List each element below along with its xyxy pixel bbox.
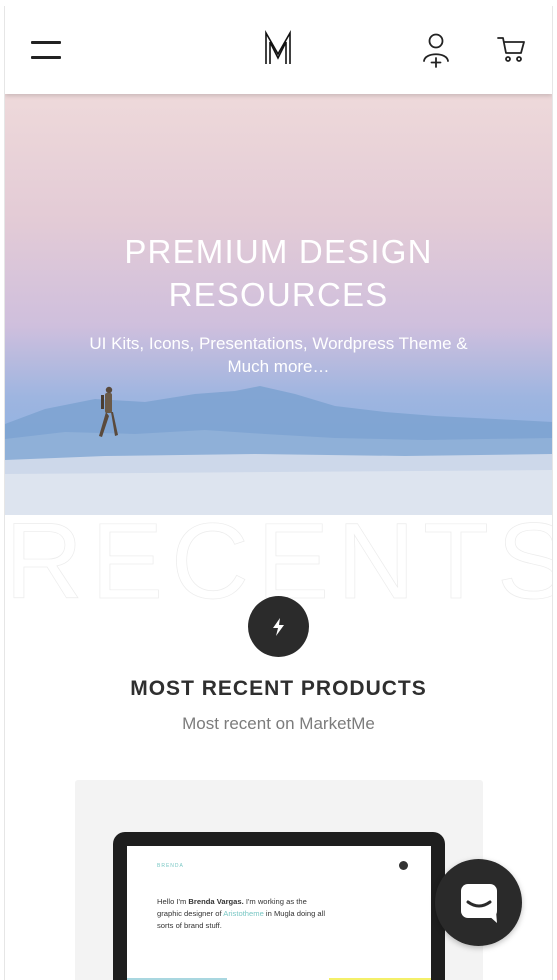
section-title: MOST RECENT PRODUCTS xyxy=(130,677,427,700)
laptop-screen: BRENDA Hello I'm Brenda Vargas. I'm work… xyxy=(127,846,431,980)
hero-title: PREMIUM DESIGN RESOURCES xyxy=(124,233,433,313)
preview-brand: BRENDA xyxy=(157,863,184,869)
lightning-bolt-icon[interactable] xyxy=(248,596,309,657)
preview-menu-dot xyxy=(399,861,408,870)
hamburger-menu-icon[interactable] xyxy=(31,39,61,61)
preview-intro-text: Hello I'm Brenda Vargas. I'm working as … xyxy=(157,897,326,930)
laptop-mockup: BRENDA Hello I'm Brenda Vargas. I'm work… xyxy=(113,832,445,980)
hero-subtitle: UI Kits, Icons, Presentations, Wordpress… xyxy=(89,334,468,376)
top-nav-bar xyxy=(5,6,552,94)
marketme-logo-icon[interactable] xyxy=(263,30,293,66)
product-card[interactable]: BRENDA Hello I'm Brenda Vargas. I'm work… xyxy=(75,780,483,980)
app-frame: PREMIUM DESIGN RESOURCES UI Kits, Icons,… xyxy=(4,6,553,980)
shopping-cart-icon[interactable] xyxy=(496,34,526,64)
hero-banner: PREMIUM DESIGN RESOURCES UI Kits, Icons,… xyxy=(5,94,552,515)
chat-messenger-icon[interactable] xyxy=(435,859,522,946)
section-subtitle: Most recent on MarketMe xyxy=(182,714,375,733)
user-add-icon[interactable] xyxy=(421,32,451,68)
